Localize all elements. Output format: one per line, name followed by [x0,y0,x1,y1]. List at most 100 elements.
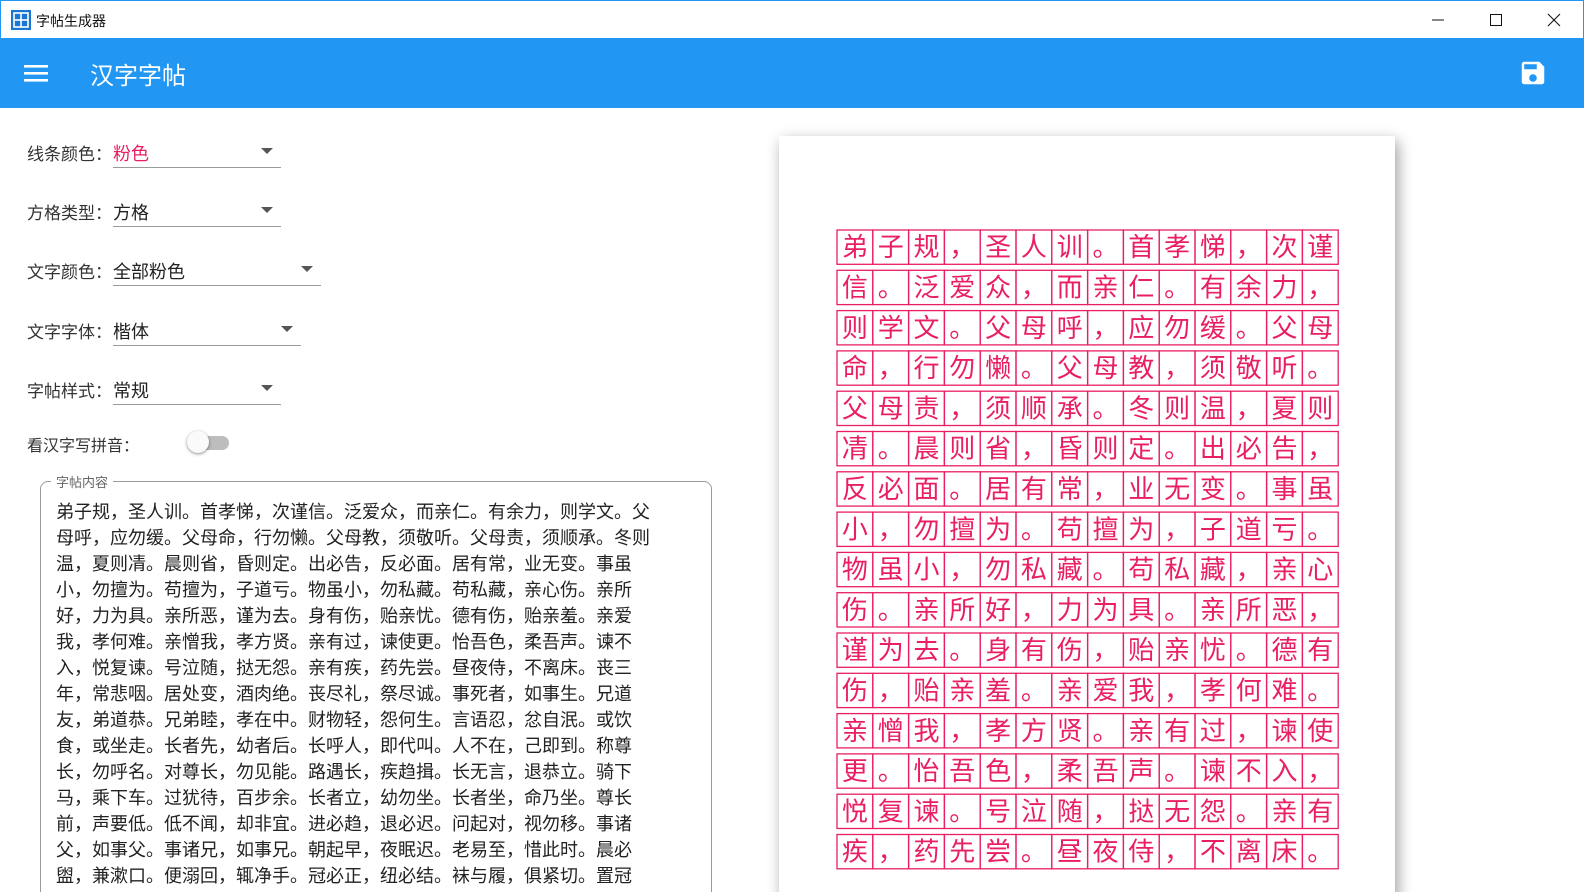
grid-character: 难 [1271,676,1297,706]
grid-character: 。 [949,314,975,344]
grid-character: 则 [1307,394,1333,424]
grid-character: 吾 [1092,757,1118,787]
text-color-select[interactable]: 全部粉色 [113,252,321,286]
grid-character: 。 [1164,273,1190,303]
grid-character: 先 [949,838,975,868]
grid-character: 私 [1164,556,1190,586]
chevron-down-icon [281,326,293,332]
grid-character: 无 [1164,797,1190,827]
grid-character: 弟 [842,233,868,263]
line-color-select[interactable]: 粉色 [113,134,281,168]
grid-character: 泣 [1021,797,1047,827]
grid-character: 好 [985,596,1011,626]
grid-character: 。 [1236,797,1262,827]
content-line: 年，常悲咽。居处变，酒肉绝。丧尽礼，祭尽诚。事死者，如事生。兄道 [56,684,632,705]
maximize-button[interactable] [1467,1,1525,39]
grid-character: 昏 [1057,435,1083,465]
grid-character: ， [949,394,975,424]
grid-character: 。 [949,636,975,666]
pinyin-toggle-switch[interactable] [187,430,231,454]
grid-character: ， [1307,435,1333,465]
grid-character: ， [1307,273,1333,303]
grid-character: ， [1092,314,1118,344]
copybook-row: 谨为去。身有伤，贻亲忧。德有 [836,632,1339,668]
content-textarea[interactable]: 字帖内容 弟子规，圣人训。首孝悌，次谨信。泛爱众，而亲仁。有余力，则学文。父 母呼… [40,472,712,892]
grid-character: 必 [878,475,904,505]
grid-character: 常 [1057,475,1083,505]
grid-character: 我 [1128,676,1154,706]
app-logo-icon [11,10,31,30]
grid-character: 色 [985,757,1011,787]
grid-character: 过 [1200,717,1226,747]
grid-character: 责 [913,394,939,424]
grid-character: 业 [1128,475,1154,505]
grid-character: ， [1021,273,1047,303]
chevron-down-icon [301,266,313,272]
save-icon[interactable] [1518,58,1548,88]
grid-character: 亲 [1092,273,1118,303]
text-color-label: 文字颜色： [27,263,112,283]
grid-character: 。 [1021,676,1047,706]
grid-character: 擅 [1092,515,1118,545]
grid-character: ， [1307,596,1333,626]
grid-character: 首 [1128,233,1154,263]
grid-character: 疾 [842,838,868,868]
grid-character: 尝 [985,838,1011,868]
close-button[interactable] [1525,1,1583,39]
grid-character: 母 [1021,314,1047,344]
grid-character: ， [1021,757,1047,787]
grid-character: 憎 [878,717,904,747]
grid-character: ， [1164,515,1190,545]
grid-character: 有 [1307,797,1333,827]
grid-character: 挞 [1128,797,1154,827]
toggle-thumb [187,431,209,453]
chevron-down-icon [261,385,273,391]
copybook-grid: 弟子规，圣人训。首孝悌，次谨信。泛爱众，而亲仁。有余力，则学文。父母呼，应勿缓。… [836,229,1339,870]
settings-panel: 线条颜色： 粉色 方格类型： 方格 文字颜色： 全部粉色 文字字体： 楷体 字帖… [0,108,740,892]
text-font-select[interactable]: 楷体 [113,312,301,346]
grid-character: 谨 [1307,233,1333,263]
grid-character: 藏 [1200,556,1226,586]
grid-character: 药 [913,838,939,868]
grid-character: 而 [1057,273,1083,303]
grid-character: 敬 [1236,354,1262,384]
grid-character: 悦 [842,797,868,827]
grid-type-select[interactable]: 方格 [113,193,281,227]
grid-character: 有 [1021,636,1047,666]
content-line: 盥，兼漱口。便溺回，辄净手。冠必正，纽必结。袜与履，俱紧切。置冠 [56,866,632,887]
grid-character: ， [1164,676,1190,706]
content-line: 母呼，应勿缓。父母命，行勿懒。父母教，须敬听。父母责，须顺承。冬则 [56,528,650,549]
grid-character: 贤 [1057,717,1083,747]
grid-character: 所 [949,596,975,626]
grid-character: ， [1021,435,1047,465]
copybook-row: 物虽小，勿私藏。苟私藏，亲心 [836,551,1339,588]
grid-character: 为 [878,636,904,666]
grid-character: 有 [1307,636,1333,666]
grid-character: 物 [842,556,868,586]
page-title: 汉字字帖 [90,62,186,90]
chevron-down-icon [261,148,273,154]
grid-character: 谏 [913,797,939,827]
hamburger-menu-icon[interactable] [22,60,50,86]
grid-character: 心 [1307,556,1333,586]
grid-character: 为 [1128,515,1154,545]
copybook-row: 凊。晨则省，昏则定。出必告， [836,430,1339,467]
grid-character: 德 [1271,636,1297,666]
content-legend: 字帖内容 [51,472,114,491]
grid-character: 。 [949,475,975,505]
grid-character: 亲 [1057,676,1083,706]
grid-character: 为 [985,515,1011,545]
grid-character: ， [878,676,904,706]
content-line: 食，或坐走。长者先，幼者后。长呼人，即代叫。人不在，己即到。称尊 [56,736,632,757]
grid-character: 虽 [878,556,904,586]
grid-character: 。 [1092,717,1118,747]
grid-character: 次 [1271,233,1297,263]
minimize-button[interactable] [1409,1,1467,39]
text-color-value: 全部粉色 [113,262,185,283]
grid-character: ， [1236,233,1262,263]
grid-character: ， [1092,636,1118,666]
grid-character: 声 [1128,757,1154,787]
grid-character: 须 [1200,354,1226,384]
grid-character: 亲 [1128,717,1154,747]
copybook-style-select[interactable]: 常规 [113,371,281,405]
